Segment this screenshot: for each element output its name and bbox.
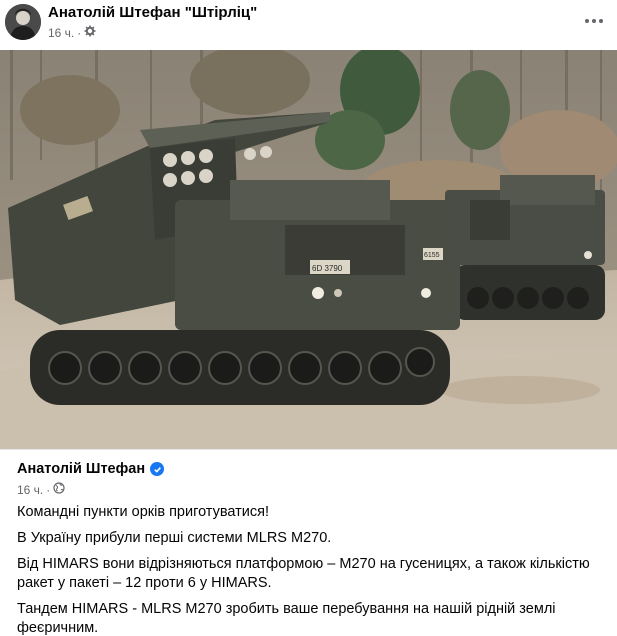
globe-icon [53,482,65,497]
post-paragraph: Від HIMARS вони відрізняються платформою… [17,556,590,591]
shared-author-name[interactable]: Анатолій Штефан [17,461,145,477]
post-text: Командні пункти орків приготуватися! В У… [17,503,607,636]
vehicle-number: 6155 [424,252,440,259]
avatar-image [5,4,41,40]
shared-post[interactable]: Анатолій Штефан 16 ч. · Командні пункти … [0,449,617,636]
shared-post-meta: 16 ч. · [17,482,65,497]
post-time[interactable]: 16 ч. [48,26,74,40]
post-paragraph: Командні пункти орків приготуватися! [17,504,270,520]
post-meta: 16 ч. · [48,25,96,40]
vehicle-marking: 6D 3790 [312,264,343,273]
gear-icon [84,25,96,40]
verified-badge-icon [150,462,165,476]
post-paragraph: В Україну прибули перші системи MLRS M27… [17,530,332,546]
avatar[interactable] [5,4,41,40]
more-options-button[interactable] [583,12,605,30]
post-paragraph: Тандем HIMARS - MLRS M270 зробить ваше п… [17,601,556,636]
author-name[interactable]: Анатолій Штефан "Штірліц" [48,4,257,21]
mlrs-vehicles-image: 6D 3790 6155 [0,50,617,449]
post-header: Анатолій Штефан "Штірліц" 16 ч. · [0,0,617,50]
shared-author: Анатолій Штефан [17,461,165,477]
shared-post-time[interactable]: 16 ч. [17,483,43,497]
more-horizontal-icon [585,19,589,23]
post-photo[interactable]: 6D 3790 6155 [0,50,617,449]
